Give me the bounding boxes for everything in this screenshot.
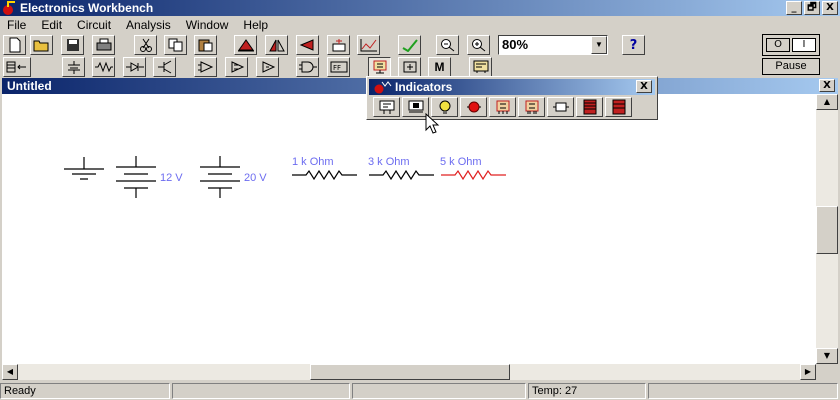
bargraph-icon[interactable] — [576, 97, 603, 117]
app-title: Electronics Workbench — [20, 1, 154, 15]
app-title-bar: Electronics Workbench _ 🗗 X — [0, 0, 840, 16]
vertical-scrollbar[interactable]: ▲ ▼ — [816, 94, 838, 364]
menu-help[interactable]: Help — [236, 18, 276, 32]
scroll-corner — [816, 364, 838, 380]
menu-file[interactable]: File — [0, 18, 34, 32]
menu-analysis[interactable]: Analysis — [119, 18, 179, 32]
zoom-out-icon[interactable] — [436, 35, 459, 55]
logic-gates-icon[interactable] — [296, 57, 319, 77]
save-icon[interactable] — [61, 35, 84, 55]
rotate-icon[interactable] — [234, 35, 257, 55]
menu-window[interactable]: Window — [179, 18, 237, 32]
resistor-5k-label: 5 k Ohm — [440, 156, 482, 168]
cut-icon[interactable] — [134, 35, 157, 55]
component-properties-icon[interactable] — [398, 35, 421, 55]
new-icon[interactable] — [3, 35, 26, 55]
miscellaneous-icon[interactable]: M — [428, 57, 451, 77]
zoom-select[interactable]: 80% ▼ — [498, 35, 608, 55]
pause-button[interactable]: Pause — [762, 58, 820, 75]
document-title: Untitled — [7, 79, 52, 93]
subcircuit-icon[interactable] — [327, 35, 350, 55]
indicators-close-button[interactable]: X — [636, 80, 652, 93]
digital-icon[interactable]: FF — [327, 57, 350, 77]
horizontal-scrollbar[interactable]: ◀ ▶ — [2, 364, 816, 380]
red-probe-icon[interactable] — [460, 97, 487, 117]
decoded-display-icon[interactable] — [518, 97, 545, 117]
power-switch[interactable]: O I — [762, 34, 820, 56]
diodes-icon[interactable] — [123, 57, 146, 77]
battery-20v-component[interactable] — [200, 156, 240, 198]
buzzer-icon[interactable] — [547, 97, 574, 117]
menu-bar: File Edit Circuit Analysis Window Help — [0, 16, 840, 34]
battery-12v-label: 12 V — [160, 172, 183, 184]
status-panel-2 — [172, 383, 350, 399]
zoom-value: 80% — [502, 37, 529, 52]
paste-icon[interactable] — [194, 35, 217, 55]
digital-ics-icon[interactable] — [256, 57, 279, 77]
open-icon[interactable] — [30, 35, 53, 55]
help-icon[interactable]: ? — [622, 35, 645, 55]
battery-12v-component[interactable] — [116, 156, 156, 198]
indicators-title: Indicators — [395, 80, 453, 94]
resistor-3k-component[interactable] — [369, 169, 434, 181]
controls-icon[interactable] — [398, 57, 421, 77]
scroll-left-icon[interactable]: ◀ — [2, 364, 18, 380]
power-on-position[interactable]: I — [792, 38, 816, 52]
scroll-down-icon[interactable]: ▼ — [816, 348, 838, 364]
bargraph-display-icon[interactable] — [605, 97, 632, 117]
circuit-workspace[interactable]: 12 V 20 V 1 k Ohm 3 k Ohm 5 k Ohm — [2, 94, 816, 364]
flip-horizontal-icon[interactable] — [265, 35, 288, 55]
indicators-icon[interactable] — [368, 57, 391, 77]
seven-segment-display-icon[interactable] — [489, 97, 516, 117]
scroll-up-icon[interactable]: ▲ — [816, 94, 838, 110]
indicators-title-bar[interactable]: Indicators X — [369, 79, 655, 95]
indicators-palette[interactable]: Indicators X — [366, 76, 658, 120]
mouse-cursor-icon — [425, 113, 440, 134]
mixed-ics-icon[interactable] — [225, 57, 248, 77]
parts-toolbar: FF M — [0, 56, 840, 78]
analog-ics-icon[interactable] — [194, 57, 217, 77]
voltmeter-icon[interactable] — [373, 97, 400, 117]
indicators-palette-icon — [374, 81, 392, 94]
power-off-position[interactable]: O — [766, 38, 790, 52]
print-icon[interactable] — [92, 35, 115, 55]
horizontal-scroll-thumb[interactable] — [310, 364, 510, 380]
main-toolbar: 80% ▼ ? — [0, 34, 840, 56]
ground-component[interactable] — [64, 157, 104, 180]
status-panel-5 — [648, 383, 838, 399]
close-button[interactable]: X — [822, 1, 838, 15]
status-ready: Ready — [0, 383, 170, 399]
status-temp: Temp: 27 — [528, 383, 646, 399]
menu-circuit[interactable]: Circuit — [70, 18, 119, 32]
restore-button[interactable]: 🗗 — [804, 1, 820, 15]
chevron-down-icon[interactable]: ▼ — [591, 36, 607, 54]
svg-text:FF: FF — [333, 64, 341, 72]
app-logo-icon — [2, 1, 16, 15]
zoom-in-icon[interactable] — [467, 35, 490, 55]
copy-icon[interactable] — [164, 35, 187, 55]
resistor-1k-component[interactable] — [292, 169, 357, 181]
instruments-icon[interactable] — [469, 57, 492, 77]
document-close-button[interactable]: X — [819, 79, 835, 92]
basic-icon[interactable] — [92, 57, 115, 77]
battery-20v-label: 20 V — [244, 172, 267, 184]
vertical-scroll-thumb[interactable] — [816, 206, 838, 254]
status-bar: Ready Temp: 27 — [0, 382, 840, 400]
indicators-button-row — [373, 97, 632, 117]
parts-bin-icon[interactable] — [3, 57, 31, 77]
graph-icon[interactable] — [357, 35, 380, 55]
resistor-1k-label: 1 k Ohm — [292, 156, 334, 168]
resistor-3k-label: 3 k Ohm — [368, 156, 410, 168]
minimize-button[interactable]: _ — [786, 1, 802, 15]
menu-edit[interactable]: Edit — [34, 18, 70, 32]
resistor-5k-component[interactable] — [441, 169, 506, 181]
sources-icon[interactable] — [62, 57, 85, 77]
flip-vertical-icon[interactable] — [296, 35, 319, 55]
transistors-icon[interactable] — [153, 57, 176, 77]
scroll-right-icon[interactable]: ▶ — [800, 364, 816, 380]
status-panel-3 — [352, 383, 526, 399]
